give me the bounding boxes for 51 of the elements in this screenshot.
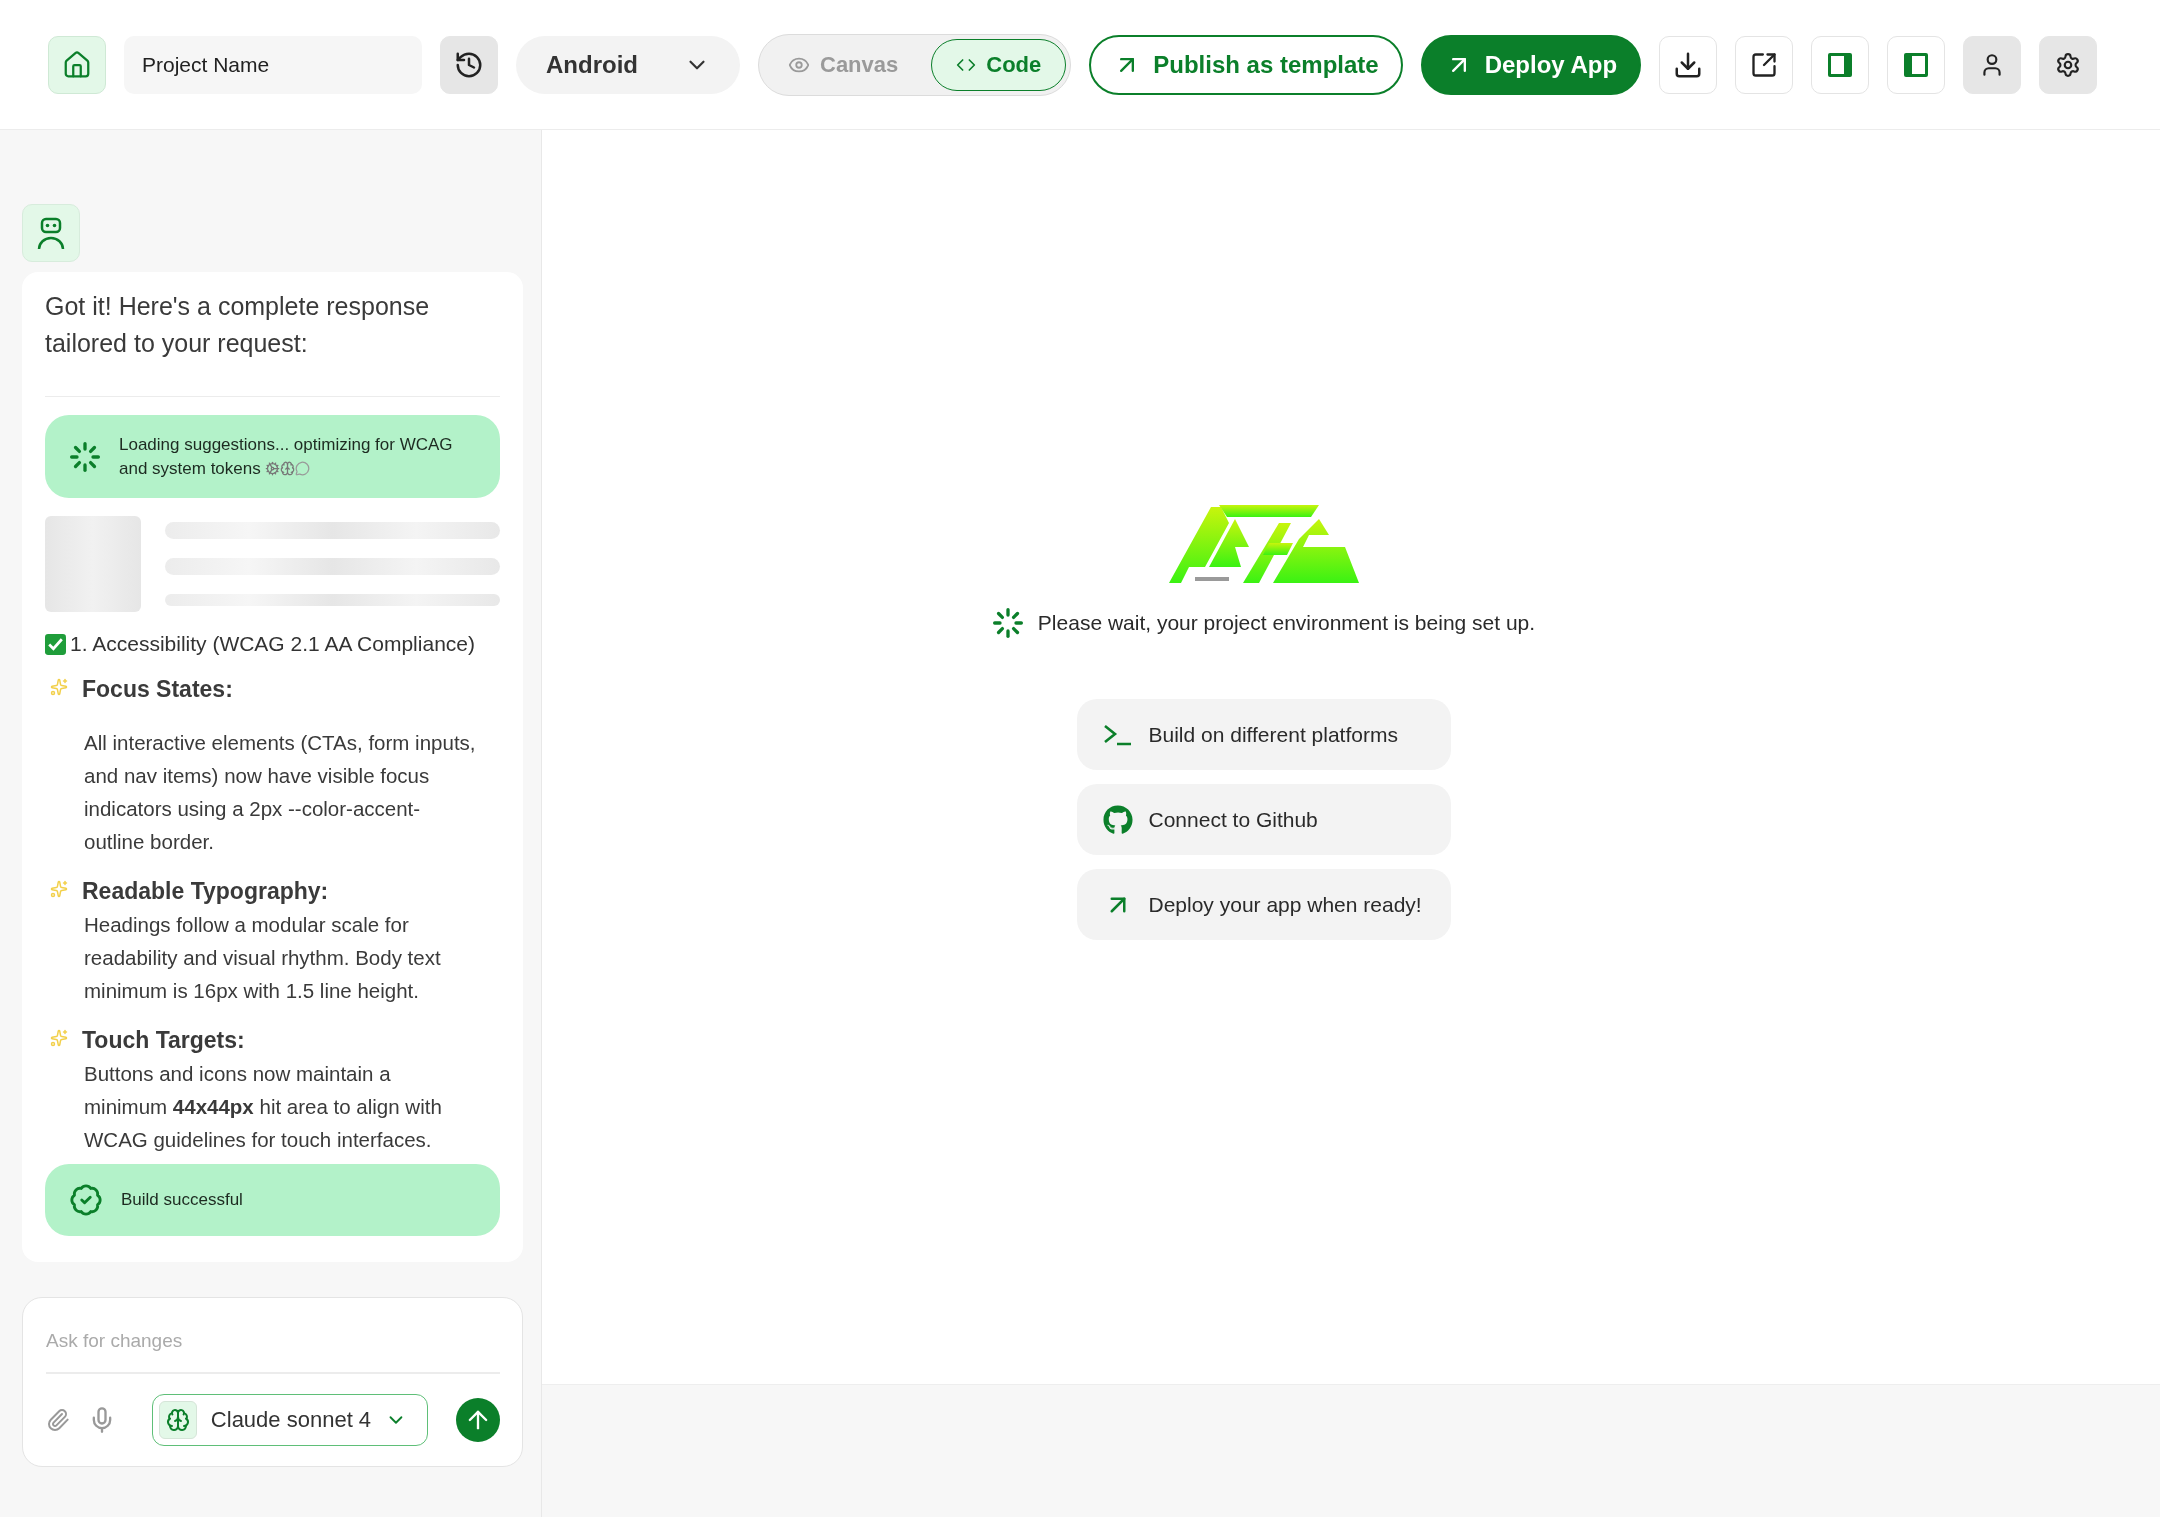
platform-dropdown[interactable]: Android [516, 35, 740, 94]
brain-icon [165, 1408, 190, 1432]
brain-icon [280, 460, 296, 476]
item-text: Buttons and icons now maintain a minimum 44x44px hit area to align with WCAG guidelines for touch interfaces. [83, 1061, 443, 1153]
item-text: Headings follow a modular scale for readability and visual rhythm. Body text minimum is 16px with 1.5 line height. [83, 912, 442, 1004]
check-icon [45, 633, 66, 655]
gear-icon [265, 460, 281, 476]
sparkle-icon [50, 678, 68, 696]
external-link-icon [1750, 50, 1779, 79]
view-tab[interactable]: Code [931, 38, 1067, 91]
action-button[interactable]: Build on different platforms [1076, 699, 1451, 770]
item-title: Readable Typography: [82, 877, 330, 906]
message-text: Got it! Here's a complete response tailored to your request: [45, 288, 500, 397]
settings-icon [2055, 51, 2082, 78]
action-button[interactable]: Deploy your app when ready! [1076, 869, 1451, 940]
terminal-icon [1102, 722, 1133, 747]
action-button[interactable]: Connect to Github [1076, 784, 1451, 855]
model-selector[interactable]: Claude sonnet 4 [152, 1394, 428, 1446]
send-button[interactable] [456, 1398, 500, 1442]
home-icon [62, 49, 92, 80]
right-panel-button[interactable] [1811, 35, 1870, 94]
sparkle-icon [50, 1029, 68, 1047]
item-title: Focus States: [82, 675, 234, 704]
item-text: All interactive elements (CTAs, form inputs, and nav items) now have visible focus indicators using a 2px --color-accent-outline border. [83, 730, 477, 855]
sparkle-icon [50, 880, 68, 898]
left-panel-icon [1902, 50, 1931, 79]
spinner-icon [991, 607, 1024, 639]
loading-text: Loading suggestions... optimizing for WCAG and system tokens [119, 433, 454, 480]
history-button[interactable] [440, 35, 498, 94]
attach-icon[interactable] [46, 1408, 70, 1432]
badge-check-icon [69, 1183, 103, 1217]
left-panel-button[interactable] [1887, 35, 1946, 94]
open-external-button[interactable] [1735, 35, 1794, 94]
spinner-icon [69, 440, 101, 473]
profile-button[interactable] [1963, 35, 2022, 94]
publish-button[interactable]: Publish as template [1089, 34, 1403, 95]
home-button[interactable] [48, 35, 106, 94]
robot-icon [36, 216, 66, 250]
download-button[interactable] [1659, 35, 1718, 94]
settings-button[interactable] [2039, 35, 2098, 94]
message-composer[interactable]: Ask for changes Claude sonnet 4 [22, 1297, 523, 1467]
section-title: 1. Accessibility (WCAG 2.1 AA Compliance) [70, 632, 475, 656]
project-name-field[interactable]: Project Name [124, 35, 422, 94]
github-icon [1102, 804, 1133, 835]
speech-bubble-icon [295, 460, 311, 476]
status-text: Please wait, your project environment is being set up. [1037, 611, 1536, 635]
logo-icon [1168, 505, 1359, 585]
item-title: Touch Targets: [82, 1026, 246, 1055]
right-panel-icon [1826, 50, 1855, 79]
build-status-text: Build successful [121, 1189, 243, 1211]
deploy-button[interactable]: Deploy App [1420, 34, 1642, 95]
